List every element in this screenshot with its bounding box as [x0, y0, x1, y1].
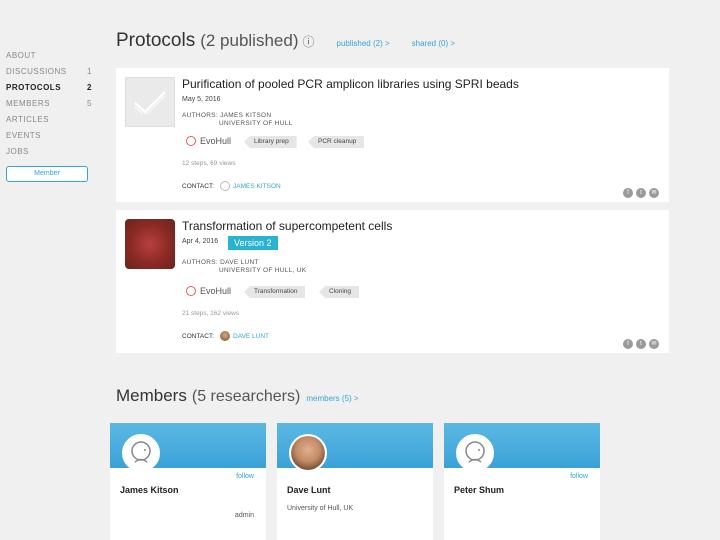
member-photo — [291, 436, 325, 470]
avatar[interactable] — [122, 434, 160, 472]
twitter-icon[interactable]: t — [636, 339, 646, 349]
protocol-card[interactable]: Transformation of supercompetent cells A… — [116, 210, 669, 353]
sidebar-item-events[interactable]: EVENTS — [6, 128, 96, 144]
contact-name[interactable]: DAVE LUNT — [233, 333, 269, 340]
checkmark-icon — [134, 91, 166, 114]
members-title: Members — [116, 386, 187, 405]
protocol-title[interactable]: Purification of pooled PCR amplicon libr… — [182, 77, 519, 91]
protocol-contact: CONTACT: JAMES KITSON — [182, 181, 281, 191]
protocol-card[interactable]: Purification of pooled PCR amplicon libr… — [116, 68, 669, 202]
protocol-thumbnail[interactable] — [125, 77, 175, 127]
member-role: admin — [234, 512, 254, 519]
protocol-date: Apr 4, 2016 — [182, 238, 219, 245]
share-icons: f t ✉ — [623, 188, 659, 198]
member-button[interactable]: Member — [6, 166, 88, 182]
email-icon[interactable]: ✉ — [649, 339, 659, 349]
sidebar-item-label: EVENTS — [6, 131, 42, 140]
group-badge[interactable]: EvoHull — [186, 136, 231, 146]
info-circle-icon[interactable]: ⓘ — [302, 33, 314, 50]
sidebar-item-count — [92, 48, 96, 64]
tag[interactable]: Cloning — [319, 286, 360, 298]
page-subtitle: (2 published) — [200, 31, 299, 50]
facebook-icon[interactable]: f — [623, 188, 633, 198]
member-card[interactable]: Dave Lunt University of Hull, UK — [277, 423, 433, 540]
sidebar-item-discussions[interactable]: DISCUSSIONS 1 — [6, 64, 96, 80]
sidebar-item-jobs[interactable]: JOBS — [6, 144, 96, 160]
sidebar-item-protocols[interactable]: PROTOCOLS 2 — [6, 80, 96, 96]
member-affiliation: University of Hull, UK — [287, 505, 354, 512]
sidebar-item-label: ARTICLES — [6, 115, 49, 124]
email-icon[interactable]: ✉ — [649, 188, 659, 198]
sidebar-item-count — [92, 144, 96, 160]
page-title: Protocols — [116, 30, 196, 51]
protocol-date: May 5, 2016 — [182, 96, 221, 103]
members-header: Members (5 researchers) members (5) > — [116, 386, 359, 406]
version-badge[interactable]: Version 2 — [228, 236, 278, 250]
sidebar-item-label: ABOUT — [6, 51, 37, 60]
tag[interactable]: Library prep — [244, 136, 297, 148]
protocol-affiliation: UNIVERSITY OF HULL — [219, 120, 293, 127]
protocol-authors: AUTHORS: DAVE LUNT — [182, 259, 259, 266]
protocol-authors: AUTHORS: JAMES KITSON — [182, 112, 272, 119]
group-name: EvoHull — [200, 136, 232, 146]
protocols-header: Protocols (2 published) ⓘ published (2) … — [116, 30, 455, 52]
tag[interactable]: Transformation — [244, 286, 306, 298]
sidebar-item-articles[interactable]: ARTICLES — [6, 112, 96, 128]
sidebar-item-label: JOBS — [6, 147, 29, 156]
contact-label: CONTACT: — [182, 182, 215, 190]
follow-button[interactable]: follow — [570, 473, 588, 480]
avatar — [220, 181, 231, 191]
share-icons: f t ✉ — [623, 339, 659, 349]
group-name: EvoHull — [200, 286, 232, 296]
protocol-affiliation: UNIVERSITY OF HULL, UK — [219, 267, 307, 274]
member-name[interactable]: James Kitson — [120, 485, 179, 495]
sidebar-item-about[interactable]: ABOUT — [6, 48, 96, 64]
follow-button[interactable]: follow — [236, 473, 254, 480]
contact-label: CONTACT: — [182, 332, 215, 340]
sidebar-item-members[interactable]: MEMBERS 5 — [6, 96, 96, 112]
facebook-icon[interactable]: f — [623, 339, 633, 349]
sidebar-item-count — [92, 112, 96, 128]
avatar[interactable] — [456, 434, 494, 472]
group-badge[interactable]: EvoHull — [186, 286, 231, 296]
sidebar-item-label: DISCUSSIONS — [6, 67, 67, 76]
sidebar-item-label: PROTOCOLS — [6, 83, 62, 92]
protocol-contact: CONTACT: DAVE LUNT — [182, 331, 269, 341]
protocol-title[interactable]: Transformation of supercompetent cells — [182, 219, 392, 233]
member-name[interactable]: Dave Lunt — [287, 485, 331, 495]
sidebar-item-count: 1 — [87, 67, 92, 76]
sidebar-item-count: 5 — [87, 99, 92, 108]
avatar[interactable] — [289, 434, 327, 472]
tag[interactable]: PCR cleanup — [308, 136, 365, 148]
protocol-thumbnail[interactable] — [125, 219, 175, 269]
member-name[interactable]: Peter Shum — [454, 485, 504, 495]
members-link[interactable]: members (5) > — [306, 394, 358, 403]
protocol-stats: 21 steps, 162 views — [182, 310, 240, 317]
members-subtitle: (5 researchers) — [191, 388, 301, 405]
avatar — [220, 331, 231, 341]
member-card[interactable]: follow Peter Shum — [444, 423, 600, 540]
group-logo-icon — [186, 286, 196, 296]
contact-name[interactable]: JAMES KITSON — [233, 183, 281, 190]
sidebar-item-count — [92, 128, 96, 144]
group-logo-icon — [186, 136, 196, 146]
shared-link[interactable]: shared (0) > — [412, 39, 455, 48]
sidebar-item-label: MEMBERS — [6, 99, 50, 108]
published-link[interactable]: published (2) > — [337, 39, 390, 48]
twitter-icon[interactable]: t — [636, 188, 646, 198]
protocol-stats: 12 steps, 69 views — [182, 160, 236, 167]
sidebar: ABOUT DISCUSSIONS 1 PROTOCOLS 2 MEMBERS 5 A… — [6, 48, 96, 182]
member-card[interactable]: follow James Kitson admin — [110, 423, 266, 540]
default-avatar-icon — [465, 441, 485, 463]
sidebar-item-count: 2 — [87, 83, 92, 92]
default-avatar-icon — [131, 441, 151, 463]
